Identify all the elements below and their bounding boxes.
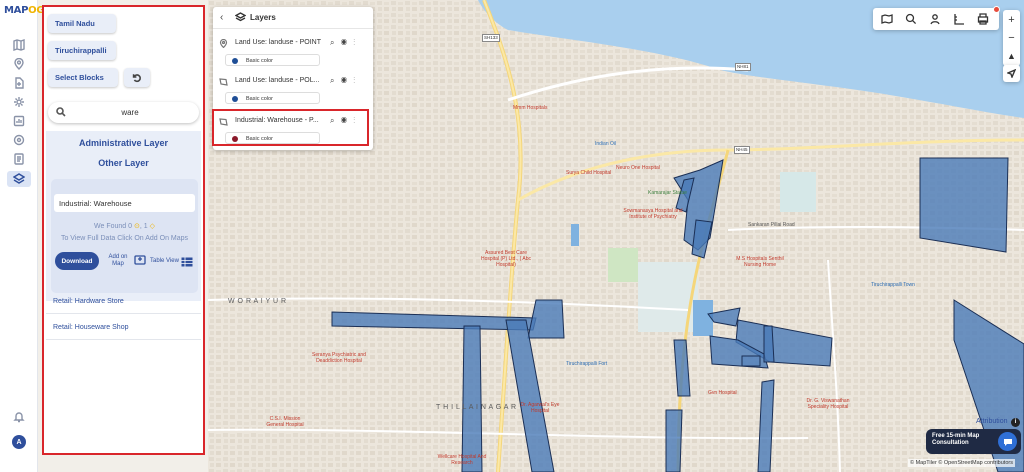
polygon-icon: ◇ bbox=[149, 223, 155, 230]
map-label[interactable]: Seranya Psychiatric and Deaddiction Hosp… bbox=[308, 352, 370, 364]
pin-icon bbox=[219, 38, 228, 49]
download-button[interactable]: Download bbox=[55, 252, 99, 270]
map-label[interactable]: Dr. Agarwal's Eye Hospital bbox=[518, 402, 562, 414]
map-label[interactable]: Sowmanasya Hospital and Institute of Psy… bbox=[618, 208, 688, 220]
map-label[interactable]: C.S.I. Mission General Hospital bbox=[260, 416, 310, 428]
layers-search-icon[interactable] bbox=[7, 171, 31, 187]
print-icon[interactable] bbox=[977, 13, 989, 25]
map-label[interactable]: Neuro One Hospital bbox=[616, 165, 660, 171]
layers-icon bbox=[234, 12, 247, 23]
road-shield: SH133 bbox=[482, 34, 500, 42]
map-toolbar bbox=[873, 8, 999, 30]
reset-button[interactable] bbox=[124, 68, 150, 87]
report-icon[interactable] bbox=[11, 152, 27, 166]
layer-color-selector[interactable]: Basic color bbox=[225, 54, 320, 66]
info-icon[interactable]: i bbox=[1011, 418, 1020, 427]
refresh-icon bbox=[132, 73, 141, 82]
table-icon[interactable] bbox=[181, 257, 193, 267]
found-summary: We Found 0 ⊙, 1 ◇ bbox=[94, 223, 155, 230]
found-points-count: 0 bbox=[128, 223, 133, 230]
add-on-map-icon[interactable] bbox=[134, 254, 146, 266]
color-swatch bbox=[232, 58, 238, 64]
district-chip[interactable]: Tiruchirappalli bbox=[48, 41, 116, 60]
found-polygons-count: 1 bbox=[143, 223, 148, 230]
map-label[interactable]: Tiruchirappalli Town bbox=[868, 282, 918, 288]
navigation-arrow-icon bbox=[1007, 69, 1016, 78]
zoom-in-button[interactable]: + bbox=[1003, 11, 1020, 29]
target-icon[interactable] bbox=[11, 133, 27, 147]
map-label[interactable]: Mmm Hospitals bbox=[513, 105, 547, 111]
attribution-link[interactable]: Attribution bbox=[976, 418, 1008, 425]
map-label[interactable]: Wellcare Hospital And Research bbox=[432, 454, 492, 466]
layer-section: Administrative Layer Other Layer Industr… bbox=[46, 131, 201, 301]
file-icon[interactable] bbox=[11, 76, 27, 90]
layer-item[interactable]: Land Use: landuse - POL... ⌕ ◉ ⋮ Basic c… bbox=[216, 71, 370, 107]
list-item[interactable]: Retail: Hardware Store bbox=[46, 292, 201, 314]
map-label[interactable]: Surya Child Hospital bbox=[566, 170, 611, 176]
map-label[interactable]: W O R A I Y U R bbox=[228, 298, 287, 305]
view-hint: To View Full Data Click On Add On Maps bbox=[60, 235, 189, 242]
road-shield: NH81 bbox=[735, 63, 751, 71]
road-shield: NH45 bbox=[734, 146, 750, 154]
zoom-controls: + − ▲ bbox=[1003, 10, 1020, 66]
analytics-icon[interactable] bbox=[11, 114, 27, 128]
table-view-label[interactable]: Table View bbox=[150, 258, 179, 264]
locate-button[interactable] bbox=[1003, 65, 1020, 82]
map-label[interactable]: Indian Oil bbox=[595, 141, 616, 147]
map-label[interactable]: Sankaran Pillai Road bbox=[748, 222, 795, 228]
map-copyright[interactable]: © MapTiler © OpenStreetMap contributors bbox=[908, 459, 1015, 467]
search-box bbox=[48, 102, 199, 123]
location-pin-icon[interactable] bbox=[11, 57, 27, 71]
polygon-icon bbox=[219, 77, 228, 86]
measure-icon[interactable] bbox=[953, 13, 965, 25]
layer-highlight-box bbox=[212, 109, 369, 146]
back-chevron-icon[interactable]: ‹ bbox=[220, 12, 223, 23]
layer-item[interactable]: Land Use: landuse - POINT ⌕ ◉ ⋮ Basic co… bbox=[216, 33, 370, 69]
layers-title: Layers bbox=[250, 13, 276, 22]
layer-actions[interactable]: ⌕ ◉ ⋮ bbox=[330, 76, 357, 86]
state-chip[interactable]: Tamil Nadu bbox=[48, 14, 116, 33]
found-label: We Found bbox=[94, 223, 127, 230]
map-label[interactable]: Gvn Hospital bbox=[708, 390, 737, 396]
map-label[interactable]: Assured Best Care Hospital (P) Ltd., ( A… bbox=[476, 250, 536, 268]
other-layer-title[interactable]: Other Layer bbox=[46, 158, 201, 168]
point-icon: ⊙ bbox=[133, 223, 140, 230]
notification-badge bbox=[993, 6, 1000, 13]
administrative-layer-title[interactable]: Administrative Layer bbox=[46, 138, 201, 148]
layer-actions[interactable]: ⌕ ◉ ⋮ bbox=[330, 38, 357, 48]
map-label[interactable]: Kamarajar Statue bbox=[648, 190, 687, 196]
map-label[interactable]: Tiruchirappalli Fort bbox=[566, 361, 607, 367]
avatar[interactable]: A bbox=[12, 435, 26, 449]
color-label: Basic color bbox=[246, 96, 273, 102]
layer-name: Land Use: landuse - POL... bbox=[235, 77, 320, 84]
zoom-out-button[interactable]: − bbox=[1003, 29, 1020, 47]
search-input[interactable] bbox=[70, 105, 190, 119]
compass-icon[interactable]: ▲ bbox=[1003, 47, 1020, 65]
color-swatch bbox=[232, 96, 238, 102]
search-icon[interactable] bbox=[905, 13, 917, 25]
map-label[interactable]: T H I L L A I N A G A R bbox=[436, 404, 517, 411]
search-icon bbox=[56, 107, 66, 117]
app-logo[interactable]: MAPOG bbox=[4, 5, 45, 16]
list-item[interactable]: Retail: Houseware Shop bbox=[46, 318, 201, 340]
consultation-banner[interactable]: Free 15-min Map Consultation bbox=[926, 429, 1021, 454]
side-panel: Tamil Nadu Tiruchirappalli Select Blocks… bbox=[42, 5, 205, 455]
add-on-map-label[interactable]: Add on Map bbox=[107, 254, 129, 268]
chat-icon[interactable] bbox=[998, 432, 1017, 451]
map-icon[interactable] bbox=[11, 38, 27, 52]
result-layer-name[interactable]: Industrial: Warehouse bbox=[54, 194, 195, 212]
layers-header: ‹ Layers bbox=[213, 7, 373, 29]
icon-rail: MAPOG A bbox=[0, 0, 45, 472]
color-label: Basic color bbox=[246, 58, 273, 64]
map-label[interactable]: M.S Hospitals Senthil Nursing Home bbox=[728, 256, 792, 268]
notification-bell-icon[interactable] bbox=[11, 410, 27, 424]
result-card: Industrial: Warehouse We Found 0 ⊙, 1 ◇ … bbox=[51, 179, 198, 293]
select-blocks-chip[interactable]: Select Blocks bbox=[48, 68, 118, 87]
settings-icon[interactable] bbox=[11, 95, 27, 109]
map-label[interactable]: Dr. G. Viswanathan Speciality Hospital bbox=[798, 398, 858, 410]
layer-color-selector[interactable]: Basic color bbox=[225, 92, 320, 104]
basemap-icon[interactable] bbox=[881, 13, 893, 25]
layer-name: Land Use: landuse - POINT bbox=[235, 39, 321, 46]
user-pin-icon[interactable] bbox=[929, 13, 941, 25]
